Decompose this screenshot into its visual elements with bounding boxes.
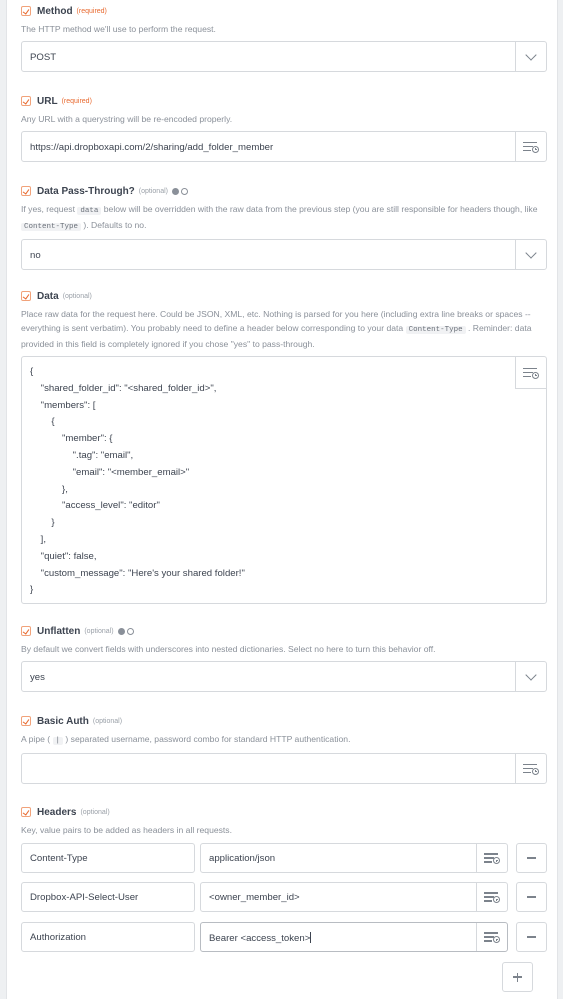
data-textarea[interactable]: { "shared_folder_id": "<shared_folder_id… bbox=[21, 356, 547, 604]
basic-auth-insert-data-button[interactable] bbox=[515, 754, 546, 783]
header-value-input[interactable]: <owner_member_id> bbox=[200, 882, 508, 912]
basic-auth-field: Basic Auth (optional) A pipe ( | ) separ… bbox=[21, 713, 547, 784]
method-select[interactable]: POST bbox=[21, 41, 547, 72]
header-key-input[interactable]: Dropbox-API-Select-User bbox=[21, 882, 195, 912]
method-field: Method (required) The HTTP method we'll … bbox=[21, 3, 547, 72]
data-help: Place raw data for the request here. Cou… bbox=[21, 309, 532, 349]
insert-data-icon bbox=[484, 931, 500, 943]
header-insert-data-button[interactable] bbox=[476, 923, 507, 951]
unflatten-value: yes bbox=[30, 672, 45, 683]
passthrough-dropdown-toggle[interactable] bbox=[515, 240, 546, 269]
headers-label: Headers bbox=[37, 806, 77, 818]
headers-help: Key, value pairs to be added as headers … bbox=[21, 825, 232, 835]
remove-header-button[interactable] bbox=[516, 922, 547, 952]
passthrough-label: Data Pass-Through? bbox=[37, 185, 135, 197]
insert-data-icon bbox=[523, 141, 539, 153]
basic-auth-help: A pipe ( | ) separated username, passwor… bbox=[21, 734, 351, 745]
url-value: https://api.dropboxapi.com/2/sharing/add… bbox=[30, 142, 274, 153]
header-insert-data-button[interactable] bbox=[476, 844, 507, 872]
passthrough-field: Data Pass-Through? (optional) If yes, re… bbox=[21, 183, 547, 270]
passthrough-value: no bbox=[30, 250, 41, 261]
header-row: Dropbox-API-Select-User <owner_member_id… bbox=[21, 882, 547, 912]
header-insert-data-button[interactable] bbox=[476, 883, 507, 911]
data-value: { "shared_folder_id": "<shared_folder_id… bbox=[30, 366, 245, 596]
insert-data-icon bbox=[484, 852, 500, 864]
required-badge: (required) bbox=[76, 7, 107, 15]
chevron-down-icon bbox=[525, 48, 537, 61]
basic-auth-input[interactable] bbox=[21, 753, 547, 784]
headers-field: Headers (optional) Key, value pairs to b… bbox=[21, 804, 547, 837]
optional-badge: (optional) bbox=[92, 717, 123, 725]
required-badge: (required) bbox=[61, 97, 92, 105]
header-key-input[interactable]: Authorization bbox=[21, 922, 195, 952]
action-fields-panel: Method (required) The HTTP method we'll … bbox=[6, 0, 558, 999]
insert-data-icon bbox=[523, 763, 539, 775]
field-icon bbox=[21, 716, 31, 726]
add-header-button[interactable] bbox=[502, 962, 533, 992]
method-label: Method bbox=[37, 5, 73, 17]
data-field: Data (optional) Place raw data for the r… bbox=[21, 288, 547, 604]
insert-data-icon bbox=[523, 367, 539, 379]
passthrough-select[interactable]: no bbox=[21, 239, 547, 270]
optional-badge: (optional) bbox=[80, 808, 110, 816]
field-icon bbox=[21, 6, 31, 16]
method-dropdown-toggle[interactable] bbox=[515, 42, 546, 71]
header-key-input[interactable]: Content-Type bbox=[21, 843, 195, 873]
unflatten-help: By default we convert fields with unders… bbox=[21, 644, 436, 654]
text-cursor bbox=[310, 932, 312, 943]
url-help: Any URL with a querystring will be re-en… bbox=[21, 114, 233, 124]
method-value: POST bbox=[30, 52, 57, 63]
field-icon bbox=[21, 807, 31, 817]
data-insert-data-button[interactable] bbox=[515, 357, 546, 389]
url-field: URL (required) Any URL with a querystrin… bbox=[21, 93, 547, 162]
unflatten-field: Unflatten (optional) By default we conve… bbox=[21, 623, 547, 692]
header-value-input[interactable]: application/json bbox=[200, 843, 508, 873]
remove-header-button[interactable] bbox=[516, 882, 547, 912]
optional-badge: (optional) bbox=[84, 627, 114, 635]
header-row: Content-Type application/json bbox=[21, 843, 547, 873]
data-label: Data bbox=[37, 290, 59, 302]
unflatten-select[interactable]: yes bbox=[21, 661, 547, 692]
toggle-dots-icon[interactable] bbox=[117, 627, 134, 635]
toggle-dots-icon[interactable] bbox=[171, 187, 188, 195]
optional-badge: (optional) bbox=[62, 292, 92, 300]
header-value-input[interactable]: Bearer <access_token> bbox=[200, 922, 508, 952]
basic-auth-label: Basic Auth bbox=[37, 715, 89, 727]
url-insert-data-button[interactable] bbox=[515, 132, 546, 161]
field-icon bbox=[21, 96, 31, 106]
chevron-down-icon bbox=[525, 246, 537, 259]
field-icon bbox=[21, 186, 31, 196]
field-icon bbox=[21, 291, 31, 301]
unflatten-label: Unflatten bbox=[37, 625, 81, 637]
field-icon bbox=[21, 626, 31, 636]
remove-header-button[interactable] bbox=[516, 843, 547, 873]
method-help: The HTTP method we'll use to perform the… bbox=[21, 24, 216, 34]
insert-data-icon bbox=[484, 891, 500, 903]
headers-list: Content-Type application/json Dropbox-AP… bbox=[21, 843, 547, 963]
optional-badge: (optional) bbox=[138, 187, 168, 195]
header-row: Authorization Bearer <access_token> bbox=[21, 922, 547, 952]
chevron-down-icon bbox=[525, 668, 537, 681]
url-input[interactable]: https://api.dropboxapi.com/2/sharing/add… bbox=[21, 131, 547, 162]
unflatten-dropdown-toggle[interactable] bbox=[515, 662, 546, 691]
url-label: URL bbox=[37, 95, 58, 107]
passthrough-help: If yes, request data below will be overr… bbox=[21, 204, 538, 231]
